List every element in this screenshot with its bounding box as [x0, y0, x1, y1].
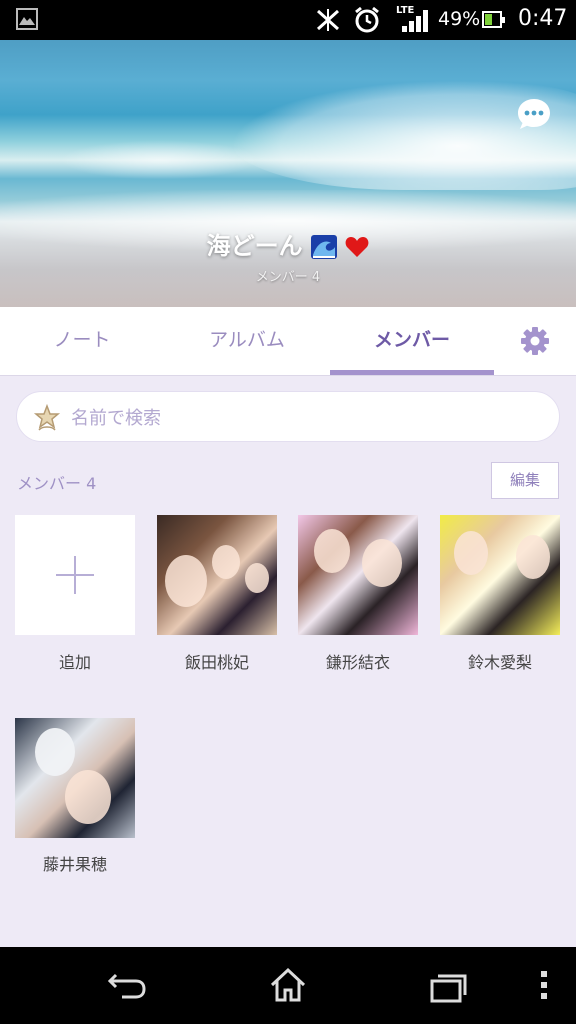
add-member-label: 追加: [58, 653, 91, 672]
members-heading: メンバー 4: [17, 474, 97, 493]
member-name[interactable]: 鈴木愛梨: [430, 649, 570, 673]
group-title: 海どーん: [0, 226, 576, 261]
add-member-button[interactable]: [15, 515, 135, 635]
gear-icon[interactable]: [518, 324, 552, 358]
member-avatar[interactable]: [440, 515, 560, 635]
member-name[interactable]: 飯田桃妃: [147, 649, 287, 673]
wave-emoji-icon: [311, 235, 337, 259]
home-icon[interactable]: [268, 967, 308, 1003]
tab-note[interactable]: ノート: [0, 307, 164, 375]
group-name: 海どーん: [206, 232, 303, 260]
tab-members[interactable]: メンバー: [330, 307, 494, 375]
member-avatar[interactable]: [157, 515, 277, 635]
member-name[interactable]: 藤井果穂: [5, 851, 145, 875]
member-avatar[interactable]: [15, 718, 135, 838]
status-bar: LTE 49% 0:47: [0, 0, 576, 40]
battery-icon: [482, 11, 505, 28]
member-avatar[interactable]: [298, 515, 418, 635]
signal-icon: [402, 10, 428, 32]
clock: 0:47: [518, 6, 568, 31]
edit-button[interactable]: 編集: [491, 462, 559, 499]
alarm-icon: [355, 6, 379, 33]
star-person-icon: [33, 404, 61, 431]
heart-emoji-icon: [345, 237, 369, 257]
back-icon[interactable]: [106, 971, 148, 1001]
chat-bubble-icon[interactable]: [516, 96, 552, 132]
recent-apps-icon[interactable]: [428, 971, 468, 1003]
search-input[interactable]: [69, 401, 543, 435]
search-bar[interactable]: [16, 391, 560, 442]
menu-icon[interactable]: [538, 969, 550, 1001]
image-icon: [16, 8, 38, 30]
tab-album[interactable]: アルバム: [164, 307, 330, 375]
battery-percent: 49%: [438, 8, 481, 30]
tab-bar: ノート アルバム メンバー: [0, 307, 576, 376]
group-header: 海どーん メンバー 4: [0, 40, 576, 307]
navigation-bar: [0, 947, 576, 1024]
member-name[interactable]: 鎌形結衣: [288, 649, 428, 673]
nfc-icon: [316, 9, 340, 31]
group-member-count: メンバー 4: [255, 270, 321, 285]
